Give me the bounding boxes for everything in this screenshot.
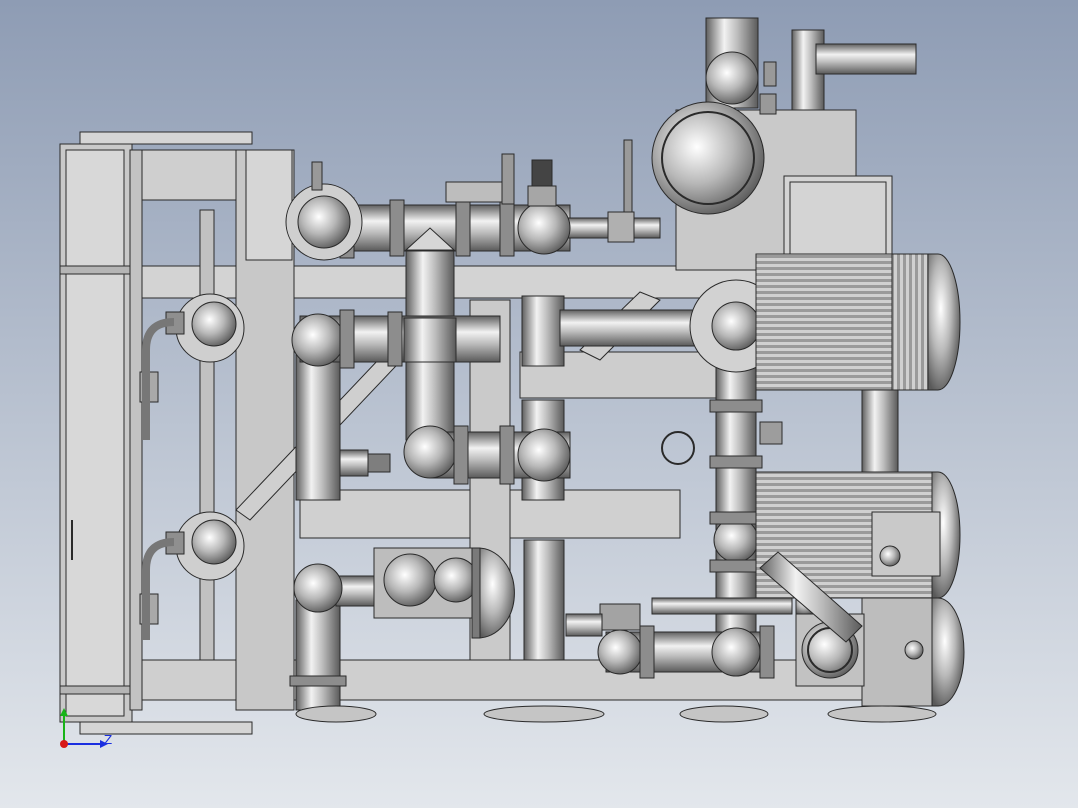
pump-skid-model[interactable]: Z [0,0,1078,808]
cad-viewport[interactable]: Z [0,0,1078,808]
motor-lower [861,597,965,707]
z-axis-label: Z [104,733,112,747]
motor-upper [755,253,961,391]
